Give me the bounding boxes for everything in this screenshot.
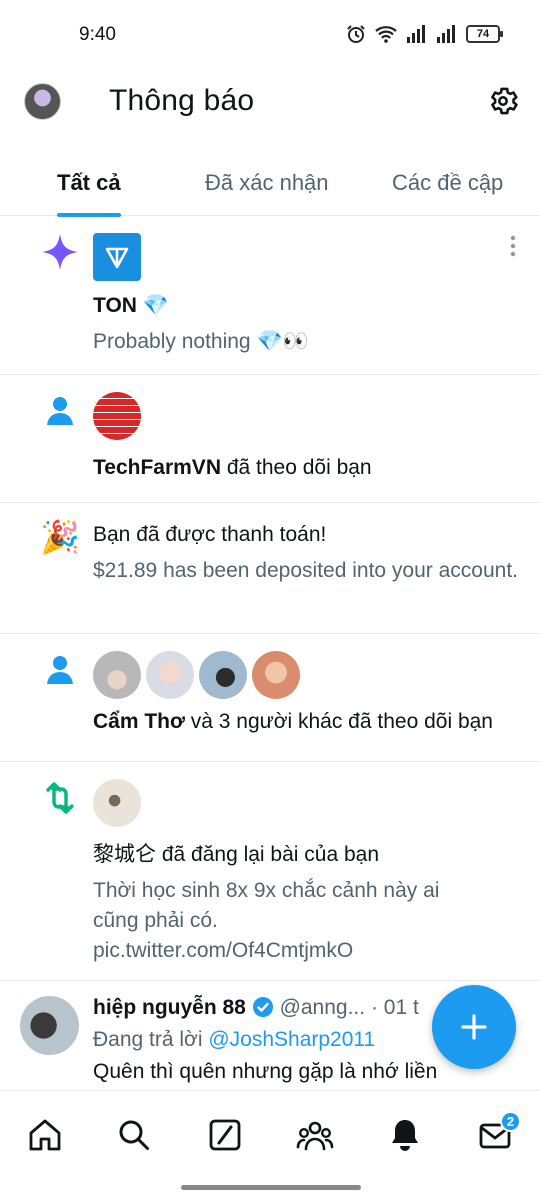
page-title: Thông báo <box>109 84 255 117</box>
notification-action: đã theo dõi bạn <box>220 456 372 479</box>
notification-item[interactable]: 黎城仑 đã đăng lại bài của bạn Thời học sin… <box>0 762 540 981</box>
notification-item[interactable]: 🎉 Bạn đã được thanh toán! $21.89 has bee… <box>0 503 540 634</box>
notification-account-name[interactable]: TechFarmVN <box>93 456 221 479</box>
reply-prefix: Đang trả lời <box>93 1028 209 1051</box>
settings-gear-icon[interactable] <box>486 84 520 118</box>
user-avatar[interactable] <box>20 996 79 1055</box>
user-avatar[interactable] <box>93 779 141 827</box>
tab-all[interactable]: Tất cả <box>57 150 121 217</box>
home-icon <box>29 1119 61 1151</box>
compose-fab-button[interactable] <box>432 985 516 1069</box>
tab-verified[interactable]: Đã xác nhận <box>205 150 329 216</box>
nav-grok[interactable] <box>205 1115 245 1155</box>
person-follow-icon <box>47 656 73 684</box>
tab-all-label: Tất cả <box>57 170 121 195</box>
repost-icon <box>46 782 74 814</box>
user-avatar[interactable] <box>252 651 300 699</box>
app-header: Thông báo <box>0 70 540 140</box>
notification-item[interactable]: Cẩm Thơ và 3 người khác đã theo dõi bạn <box>0 634 540 762</box>
plus-icon <box>461 1014 487 1040</box>
nav-notifications[interactable] <box>385 1115 425 1155</box>
notification-action: và 3 người khác đã theo dõi bạn <box>184 710 493 733</box>
status-bar: 9:40 74 <box>0 0 540 70</box>
status-icons: 74 <box>346 24 503 44</box>
tab-verified-label: Đã xác nhận <box>205 170 329 195</box>
notification-text: Probably nothing 💎👀 <box>93 330 309 353</box>
notification-text: Thời học sinh 8x 9x chắc cảnh này ai cũn… <box>93 879 440 962</box>
tab-mentions[interactable]: Các đề cập <box>392 150 503 216</box>
user-avatar[interactable] <box>146 651 194 699</box>
notification-account-name[interactable]: TON 💎 <box>93 294 169 317</box>
party-popper-icon: 🎉 <box>40 519 80 555</box>
status-time: 9:40 <box>79 24 116 45</box>
signal-icon-2 <box>437 25 455 43</box>
home-indicator <box>181 1185 361 1190</box>
user-avatar[interactable] <box>93 651 141 699</box>
notification-tabs: Tất cả Đã xác nhận Các đề cập <box>0 150 540 217</box>
communities-icon <box>296 1121 334 1151</box>
notification-item[interactable]: TON 💎 Probably nothing 💎👀 <box>0 216 540 375</box>
user-avatar[interactable] <box>199 651 247 699</box>
signal-icon <box>407 25 425 43</box>
reply-to-link[interactable]: @JoshSharp2011 <box>208 1028 375 1051</box>
battery-indicator: 74 <box>466 25 503 43</box>
notification-title: Bạn đã được thanh toán! <box>93 523 327 546</box>
tab-mentions-label: Các đề cập <box>392 170 504 195</box>
nav-home[interactable] <box>25 1115 65 1155</box>
search-icon <box>119 1120 149 1150</box>
more-options-icon[interactable] <box>510 234 516 258</box>
bottom-navigation: 2 <box>0 1090 540 1200</box>
grok-icon <box>209 1119 241 1151</box>
reply-author-handle: @anng... <box>279 996 366 1019</box>
alarm-icon <box>347 25 365 43</box>
sparkle-icon <box>42 234 78 270</box>
notification-action: đã đăng lại bài của bạn <box>156 843 380 866</box>
ton-logo-icon <box>105 247 129 269</box>
verified-badge-icon <box>252 997 273 1017</box>
reply-author-name[interactable]: hiệp nguyễn 88 <box>93 996 246 1019</box>
messages-badge: 2 <box>500 1111 521 1132</box>
wifi-icon <box>375 26 397 43</box>
reply-time: · 01 t <box>370 996 419 1019</box>
nav-messages[interactable]: 2 <box>475 1111 521 1155</box>
bell-icon <box>392 1120 418 1151</box>
notification-account-name[interactable]: 黎城仑 <box>93 843 156 866</box>
profile-avatar[interactable] <box>24 83 61 120</box>
user-avatar[interactable] <box>93 392 141 440</box>
ton-logo-avatar[interactable] <box>93 233 141 281</box>
notification-item[interactable]: TechFarmVN đã theo dõi bạn <box>0 375 540 503</box>
notification-text: $21.89 has been deposited into your acco… <box>93 559 518 582</box>
nav-communities[interactable] <box>295 1115 335 1155</box>
notification-account-name[interactable]: Cẩm Thơ <box>93 710 185 733</box>
person-follow-icon <box>47 397 73 425</box>
follower-avatars <box>93 651 524 699</box>
nav-search[interactable] <box>114 1115 154 1155</box>
